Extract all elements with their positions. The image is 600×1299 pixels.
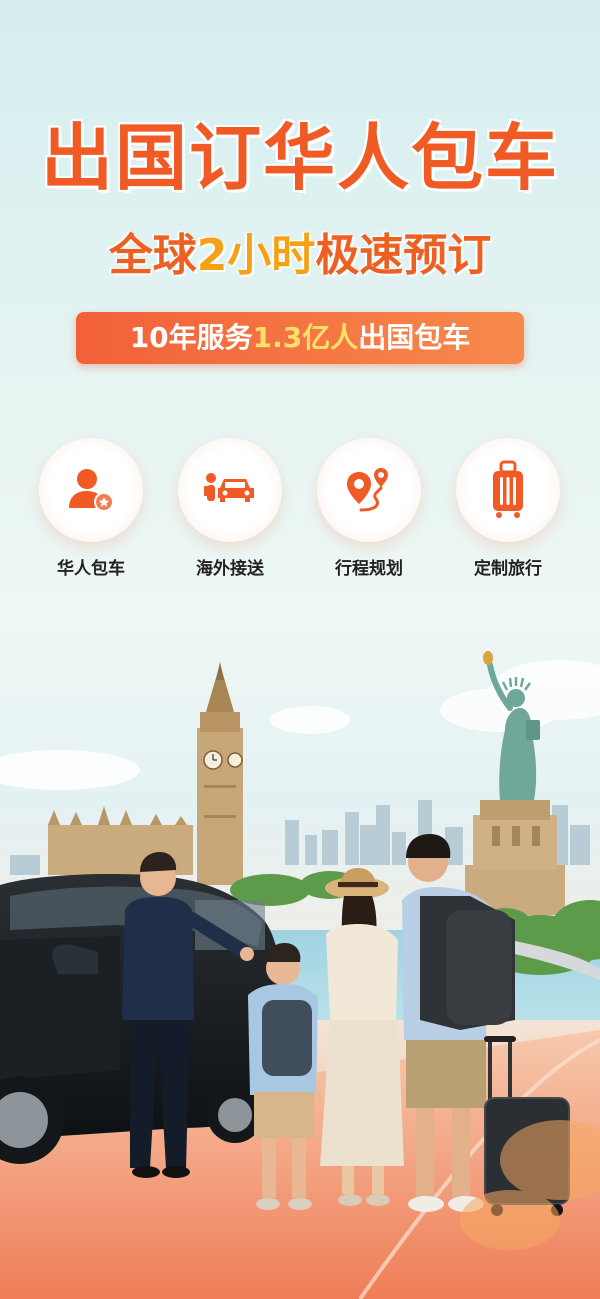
- hero-title: 出国订华人包车: [40, 116, 559, 200]
- tag-highlight: 1.3亿人: [252, 321, 359, 354]
- service-label: 行程规划: [335, 559, 403, 579]
- service-chinese-driver[interactable]: 华人包车: [39, 438, 143, 579]
- subtitle-prefix: 全球: [108, 230, 197, 281]
- tag-suffix: 出国包车: [358, 321, 471, 354]
- service-stats-tag: 10年服务1.3亿人出国包车: [76, 312, 524, 364]
- service-icon-circle: [456, 438, 560, 542]
- mother-figure: [320, 868, 404, 1206]
- travel-scene-illustration: [0, 651, 600, 1299]
- tag-prefix: 10年服务: [129, 321, 253, 354]
- subtitle-suffix: 极速预订: [315, 230, 492, 281]
- service-airport-transfer[interactable]: 海外接送: [178, 438, 282, 579]
- route-planning-icon: [347, 468, 388, 512]
- banner-page: { "hero": { "title": "出国订华人包车", "subtitl…: [0, 0, 600, 1299]
- service-icon-circle: [317, 438, 421, 542]
- luggage-icon: [493, 460, 523, 518]
- service-label: 定制旅行: [474, 559, 542, 579]
- service-icon-circle: [39, 438, 143, 542]
- service-label: 海外接送: [196, 559, 264, 579]
- service-custom-travel[interactable]: 定制旅行: [456, 438, 560, 579]
- hero-subtitle: 全球2小时极速预订: [0, 224, 600, 288]
- airport-transfer-icon: [204, 473, 254, 502]
- subtitle-highlight: 2小时: [196, 230, 316, 281]
- service-icon-circle: [178, 438, 282, 542]
- service-route-planning[interactable]: 行程规划: [317, 438, 421, 579]
- service-label: 华人包车: [57, 559, 125, 579]
- chinese-driver-icon: [69, 469, 114, 512]
